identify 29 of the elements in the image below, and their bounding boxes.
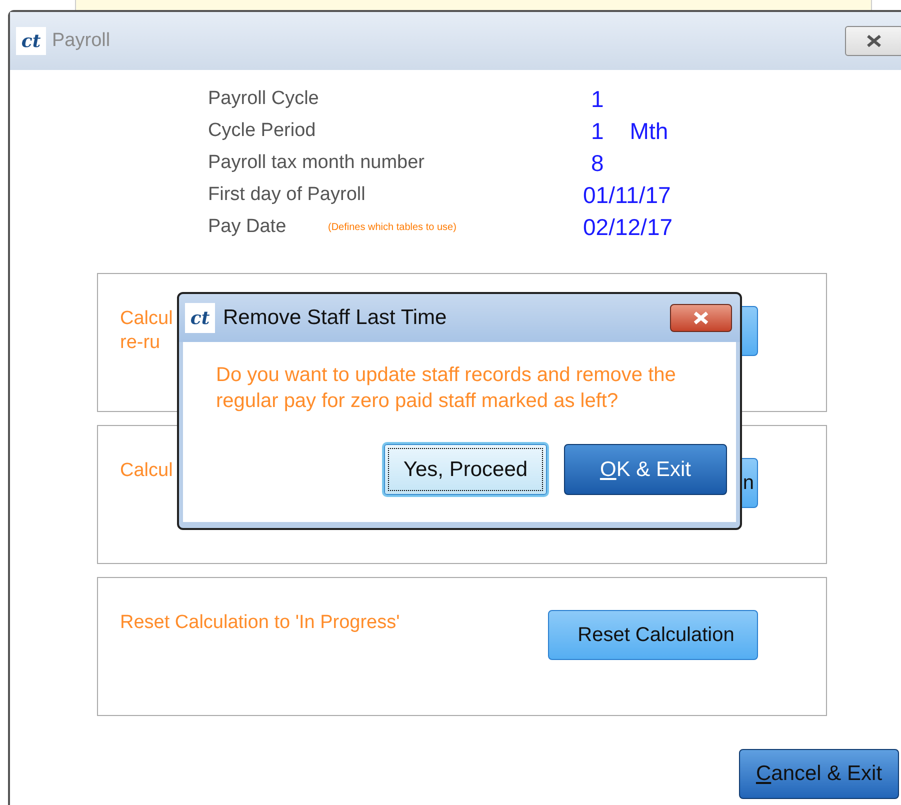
dialog-button[interactable]: OK & Exit (564, 444, 727, 495)
section-text: Reset Calculation to 'In Progress' (120, 611, 400, 635)
action-button[interactable]: Reset Calculation (548, 610, 758, 660)
field-label: Pay Date (208, 216, 288, 238)
close-button[interactable] (670, 304, 732, 332)
cancel-exit-button[interactable]: Cancel & Exit (739, 749, 899, 799)
close-icon (865, 34, 883, 48)
field-value: 02/12/17 (583, 214, 673, 240)
app-logo: ct (185, 303, 215, 333)
app-logo: ct (16, 27, 46, 55)
field-value: 1 (591, 86, 604, 112)
field-label: First day of Payroll (208, 184, 366, 206)
dialog-message: Do you want to update staff records and remove the regular pay for zero paid staff marked as left? (216, 363, 677, 414)
close-icon (691, 311, 711, 325)
field-label: Payroll tax month number (208, 152, 424, 174)
close-button[interactable] (845, 26, 901, 56)
dialog-button[interactable]: Yes, Proceed (384, 444, 547, 495)
field-label: Payroll Cycle (208, 88, 320, 110)
window-title: Payroll (52, 30, 110, 52)
dialog-title: Remove Staff Last Time (223, 306, 447, 330)
section-text: Calcul (120, 307, 173, 331)
section-text: Calcul (120, 459, 173, 483)
section-text: re-ru (120, 331, 160, 355)
field-note: (Defines which tables to use) (328, 222, 456, 232)
field-value: 8 (591, 150, 604, 176)
field-label: Cycle Period (208, 120, 317, 142)
field-value: 1 (591, 118, 604, 144)
field-unit: Mth (630, 118, 668, 144)
field-value: 01/11/17 (583, 182, 671, 208)
